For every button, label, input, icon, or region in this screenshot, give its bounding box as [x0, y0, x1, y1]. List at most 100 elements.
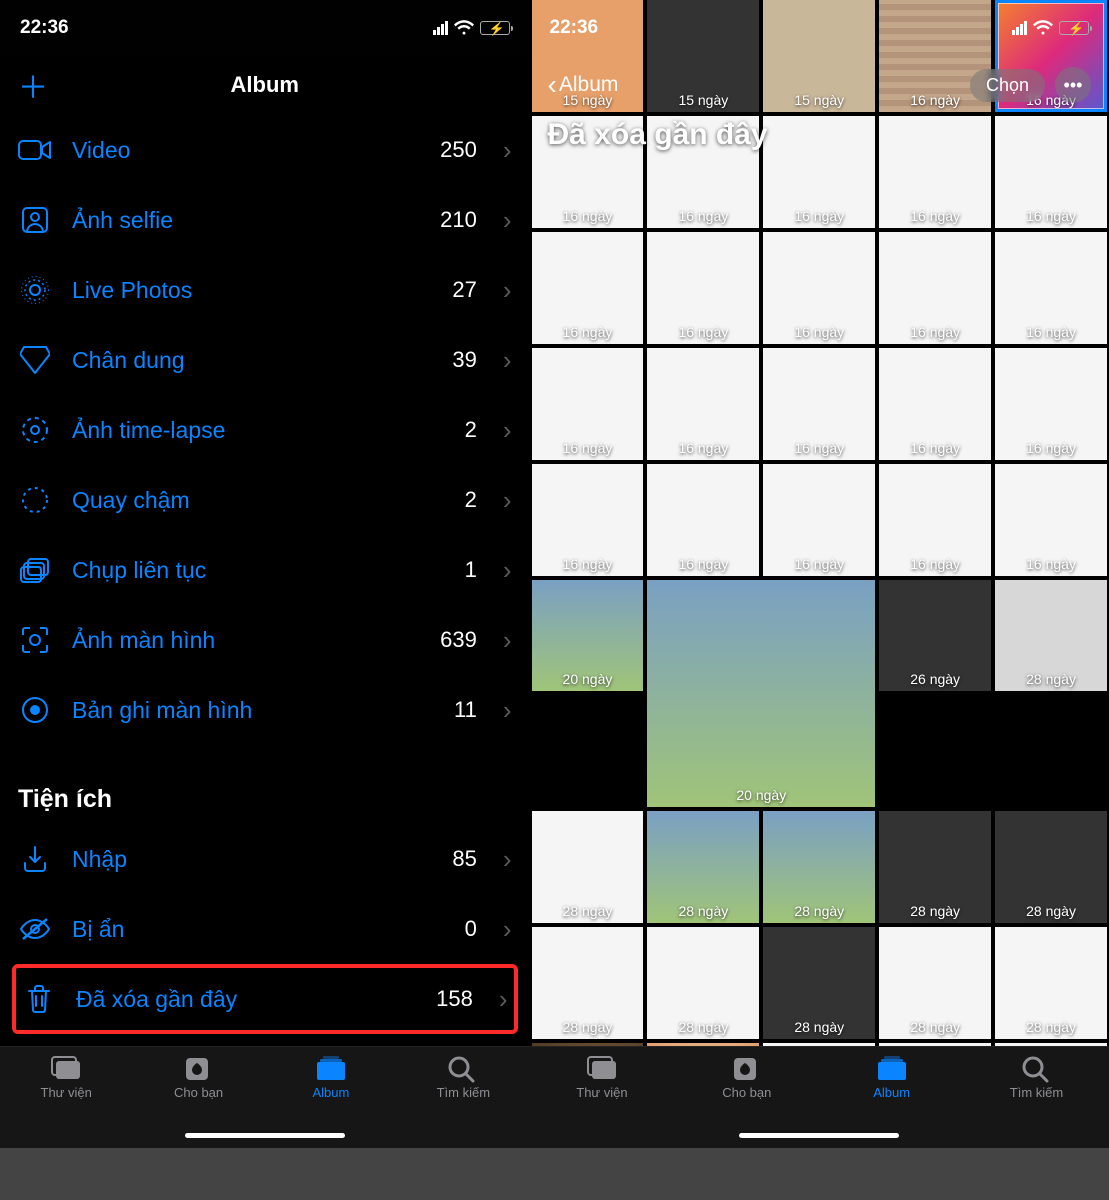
photo-thumb[interactable]: 28 ngày: [879, 811, 991, 923]
album-row-count: 0: [465, 916, 477, 942]
days-remaining: 16 ngày: [879, 556, 991, 572]
album-row-count: 85: [452, 846, 476, 872]
photo-thumb[interactable]: 16 ngày: [763, 348, 875, 460]
album-row-video[interactable]: Video 250 ›: [18, 115, 512, 185]
photo-thumb[interactable]: 20 ngày: [532, 580, 644, 692]
album-row-trash[interactable]: Đã xóa gần đây 158 ›: [12, 964, 518, 1034]
photo-thumb[interactable]: 28 ngày: [763, 811, 875, 923]
photo-thumb[interactable]: 28 ngày: [532, 927, 644, 1039]
album-row-portrait[interactable]: Chân dung 39 ›: [18, 325, 512, 395]
album-row-selfie[interactable]: Ảnh selfie 210 ›: [18, 185, 512, 255]
album-row-label: Chụp liên tục: [72, 557, 445, 584]
photo-thumb[interactable]: 16 ngày: [995, 232, 1107, 344]
album-list[interactable]: Video 250 › Ảnh selfie 210 › Live Photos…: [0, 115, 530, 1046]
photo-thumb[interactable]: 16 ngày: [532, 348, 644, 460]
album-row-hidden[interactable]: Bị ẩn 0 ›: [18, 894, 512, 964]
photo-thumb[interactable]: 16 ngày: [879, 232, 991, 344]
cellular-icon: [1012, 21, 1027, 35]
page-title: Đã xóa gần đây: [548, 118, 768, 152]
photo-thumb[interactable]: 28 ngày: [995, 927, 1107, 1039]
album-row-screenshot[interactable]: Ảnh màn hình 639 ›: [18, 605, 512, 675]
album-row-timelapse[interactable]: Ảnh time-lapse 2 ›: [18, 395, 512, 465]
wifi-icon: [1033, 20, 1053, 35]
portrait-icon: [18, 343, 52, 377]
photo-thumb[interactable]: 28 ngày: [763, 927, 875, 1039]
status-indicators: ⚡: [433, 20, 510, 35]
tab-library[interactable]: Thư viện: [557, 1055, 647, 1148]
tab-library[interactable]: Thư viện: [21, 1055, 111, 1148]
photo-thumb[interactable]: 28 ngày: [647, 811, 759, 923]
days-remaining: 16 ngày: [647, 208, 759, 224]
recently-deleted-screen: 22:36 ⚡ ‹ Album Chọn ••• Đã xóa gần đây …: [530, 0, 1109, 1148]
days-remaining: 16 ngày: [995, 208, 1107, 224]
livephotos-icon: [18, 273, 52, 307]
days-remaining: 16 ngày: [532, 556, 644, 572]
status-time: 22:36: [550, 17, 599, 39]
tab-search[interactable]: Tìm kiếm: [992, 1055, 1082, 1148]
days-remaining: 28 ngày: [763, 903, 875, 919]
chevron-right-icon: ›: [503, 415, 512, 446]
photo-thumb[interactable]: 16 ngày: [763, 116, 875, 228]
photo-thumb[interactable]: 16 ngày: [763, 464, 875, 576]
days-remaining: 16 ngày: [647, 324, 759, 340]
album-row-slomo[interactable]: Quay chậm 2 ›: [18, 465, 512, 535]
photo-thumb[interactable]: 26 ngày: [879, 580, 991, 692]
photo-thumb[interactable]: 16 ngày: [647, 464, 759, 576]
status-bar: 22:36 ⚡: [0, 0, 530, 55]
album-row-count: 210: [440, 207, 477, 233]
photo-thumb[interactable]: 16 ngày: [995, 464, 1107, 576]
album-row-count: 39: [452, 347, 476, 373]
photo-thumb[interactable]: 28 ngày: [532, 811, 644, 923]
home-indicator[interactable]: [739, 1133, 899, 1138]
chevron-right-icon: ›: [503, 275, 512, 306]
photo-thumb[interactable]: 16 ngày: [532, 464, 644, 576]
photo-grid: 15 ngày 15 ngày 15 ngày 16 ngày 16 ngày …: [530, 0, 1109, 1148]
trash-icon: [22, 982, 56, 1016]
album-row-screenrec[interactable]: Bản ghi màn hình 11 ›: [18, 675, 512, 745]
status-time: 22:36: [20, 17, 69, 39]
photo-thumb[interactable]: 28 ngày: [995, 580, 1107, 692]
status-bar: 22:36 ⚡: [530, 0, 1109, 55]
tab-label: Album: [873, 1085, 910, 1100]
section-utilities: Tiện ích: [18, 785, 512, 814]
photo-thumb[interactable]: 28 ngày: [995, 811, 1107, 923]
library-icon: [586, 1055, 618, 1081]
photo-thumb[interactable]: 16 ngày: [879, 116, 991, 228]
back-button[interactable]: ‹ Album: [548, 69, 619, 101]
album-row-count: 639: [440, 627, 477, 653]
photo-thumb[interactable]: 28 ngày: [647, 927, 759, 1039]
photo-thumb[interactable]: 28 ngày: [879, 927, 991, 1039]
chevron-left-icon: ‹: [548, 69, 557, 101]
album-row-label: Đã xóa gần đây: [76, 986, 416, 1013]
tab-search[interactable]: Tìm kiếm: [418, 1055, 508, 1148]
photo-thumb[interactable]: 16 ngày: [995, 348, 1107, 460]
days-remaining: 28 ngày: [647, 903, 759, 919]
album-row-livephotos[interactable]: Live Photos 27 ›: [18, 255, 512, 325]
days-remaining: 16 ngày: [879, 208, 991, 224]
days-remaining: 28 ngày: [647, 1019, 759, 1035]
days-remaining: 28 ngày: [879, 1019, 991, 1035]
days-remaining: 16 ngày: [879, 324, 991, 340]
photo-thumb[interactable]: 16 ngày: [647, 348, 759, 460]
more-button[interactable]: •••: [1055, 67, 1091, 103]
photo-thumb[interactable]: 16 ngày: [995, 116, 1107, 228]
album-row-count: 1: [465, 557, 477, 583]
photo-thumb[interactable]: 16 ngày: [879, 348, 991, 460]
chevron-right-icon: ›: [503, 485, 512, 516]
album-row-label: Ảnh selfie: [72, 207, 420, 234]
album-row-burst[interactable]: Chụp liên tục 1 ›: [18, 535, 512, 605]
select-button[interactable]: Chọn: [970, 69, 1045, 102]
screenshot-icon: [18, 623, 52, 657]
photo-thumb[interactable]: 16 ngày: [763, 232, 875, 344]
photo-grid-scroll[interactable]: 15 ngày 15 ngày 15 ngày 16 ngày 16 ngày …: [530, 0, 1109, 1046]
photo-thumb[interactable]: 20 ngày: [647, 580, 875, 808]
import-icon: [18, 842, 52, 876]
days-remaining: 16 ngày: [995, 440, 1107, 456]
search-icon: [1021, 1055, 1053, 1081]
photo-thumb[interactable]: 16 ngày: [532, 232, 644, 344]
photo-thumb[interactable]: 16 ngày: [647, 232, 759, 344]
album-row-import[interactable]: Nhập 85 ›: [18, 824, 512, 894]
photo-thumb[interactable]: 16 ngày: [879, 464, 991, 576]
home-indicator[interactable]: [185, 1133, 345, 1138]
nav-title: Album: [0, 72, 530, 98]
